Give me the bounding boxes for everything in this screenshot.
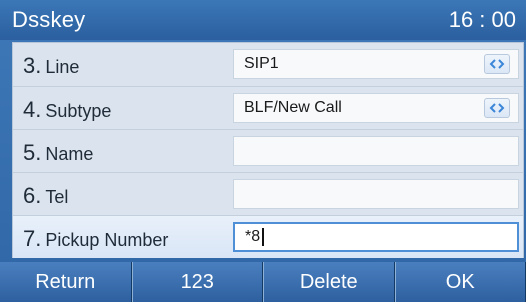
title-bar: Dsskey 16 : 00 — [0, 0, 526, 40]
tel-label: 6. Tel — [23, 183, 69, 208]
left-right-arrows-icon[interactable] — [484, 54, 510, 74]
name-label: 5. Name — [23, 140, 94, 165]
phone-screen: Dsskey 16 : 00 3. Line SIP1 4. Subtype B… — [0, 0, 526, 302]
line-row[interactable]: 3. Line SIP1 — [13, 43, 523, 86]
screen-title: Dsskey — [12, 7, 86, 32]
text-cursor — [262, 228, 265, 246]
pickup-number-row[interactable]: 7. Pickup Number *8 — [13, 215, 523, 258]
name-input[interactable] — [233, 136, 519, 166]
pickup-number-input[interactable]: *8 — [233, 222, 519, 252]
pickup-number-label: 7. Pickup Number — [23, 226, 169, 251]
tel-input[interactable] — [233, 179, 519, 209]
ok-button[interactable]: OK — [394, 262, 526, 302]
left-right-arrows-icon[interactable] — [484, 98, 510, 118]
input-mode-button[interactable]: 123 — [131, 262, 263, 302]
name-row[interactable]: 5. Name — [13, 129, 523, 172]
settings-panel: 3. Line SIP1 4. Subtype BLF/New Call 5. … — [12, 42, 524, 258]
subtype-label: 4. Subtype — [23, 97, 112, 122]
line-select[interactable]: SIP1 — [233, 49, 519, 79]
delete-button[interactable]: Delete — [263, 262, 395, 302]
softkey-bar: Return 123 Delete OK — [0, 262, 526, 302]
line-label: 3. Line — [23, 53, 80, 78]
clock: 16 : 00 — [448, 7, 516, 32]
tel-row[interactable]: 6. Tel — [13, 172, 523, 215]
subtype-row[interactable]: 4. Subtype BLF/New Call — [13, 86, 523, 129]
return-button[interactable]: Return — [0, 262, 132, 302]
subtype-select[interactable]: BLF/New Call — [233, 93, 519, 123]
